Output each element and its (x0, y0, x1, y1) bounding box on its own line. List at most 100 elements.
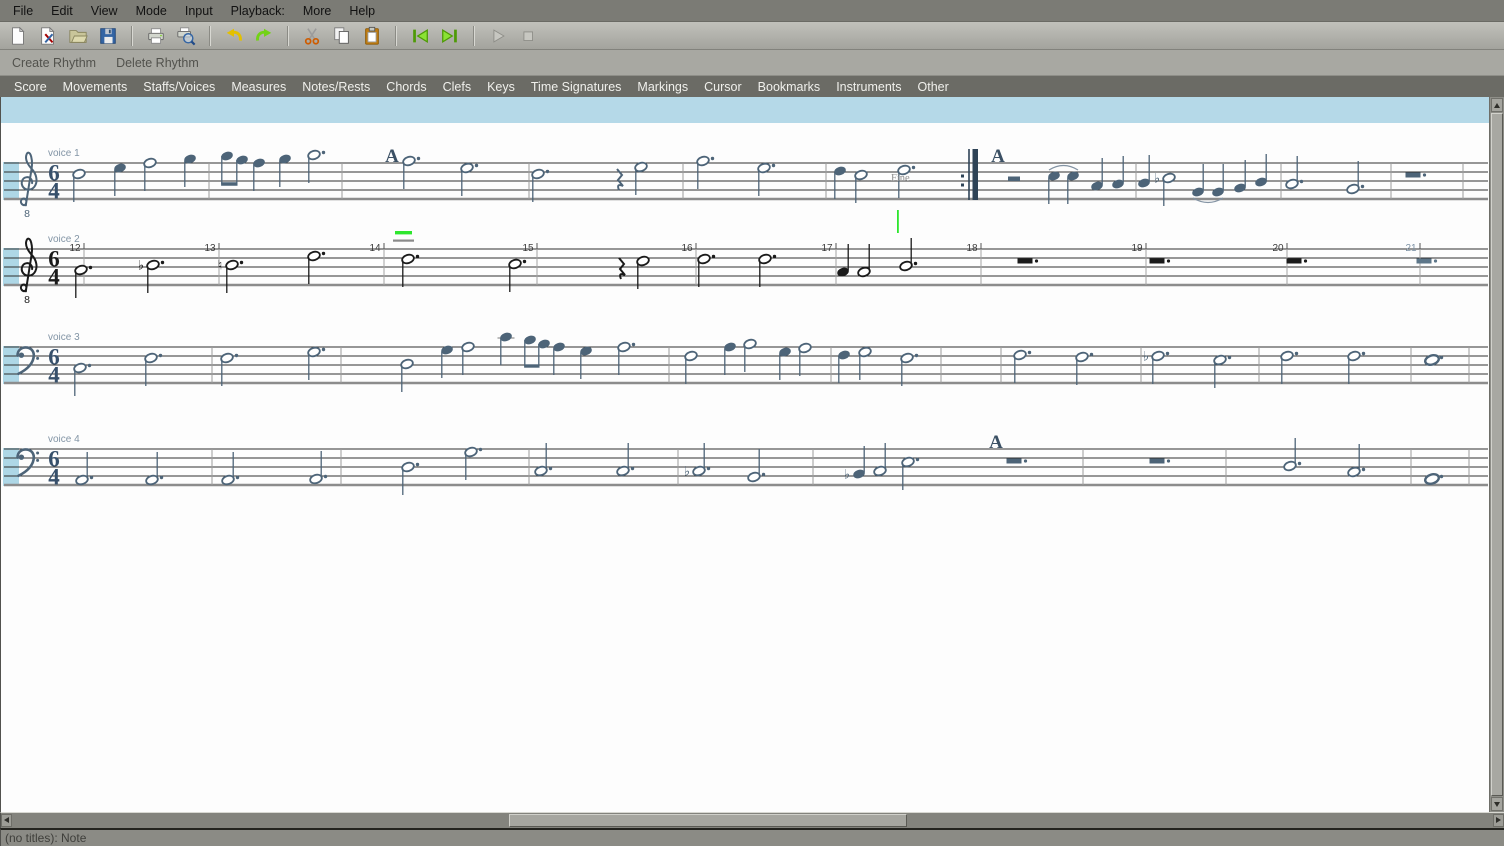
measure-rest[interactable] (1018, 259, 1039, 264)
cmdmenu-chords[interactable]: Chords (378, 79, 434, 95)
treble-clef-icon[interactable] (21, 153, 37, 206)
cmdmenu-cursor[interactable]: Cursor (696, 79, 750, 95)
note[interactable] (221, 452, 239, 486)
play-button[interactable] (485, 24, 511, 48)
cmdmenu-instruments[interactable]: Instruments (828, 79, 909, 95)
note[interactable] (220, 352, 238, 386)
cmdmenu-time-signatures[interactable]: Time Signatures (523, 79, 630, 95)
note[interactable] (461, 341, 475, 375)
cmdmenu-bookmarks[interactable]: Bookmarks (750, 79, 829, 95)
note[interactable] (534, 443, 552, 477)
bass-clef-icon[interactable] (18, 347, 40, 373)
note[interactable] (1111, 156, 1125, 190)
note[interactable] (743, 338, 757, 372)
note[interactable] (1347, 350, 1365, 384)
note[interactable] (145, 452, 163, 486)
measure-rest[interactable] (1406, 173, 1427, 178)
note[interactable] (747, 449, 765, 483)
note[interactable] (837, 349, 851, 383)
note[interactable] (798, 342, 812, 376)
note[interactable] (400, 358, 414, 392)
note[interactable] (723, 341, 737, 375)
note[interactable] (307, 149, 325, 183)
cmdmenu-notes-rests[interactable]: Notes/Rests (294, 79, 378, 95)
print-button[interactable] (143, 24, 169, 48)
scroll-down-button[interactable] (1491, 797, 1503, 811)
save-button[interactable] (95, 24, 121, 48)
note[interactable] (900, 352, 918, 386)
horizontal-scroll-thumb[interactable] (509, 814, 907, 827)
note[interactable] (552, 341, 566, 375)
undo-button[interactable] (221, 24, 247, 48)
note[interactable] (75, 452, 93, 486)
redo-button[interactable] (251, 24, 277, 48)
measure-rest[interactable] (1150, 259, 1171, 264)
open-button[interactable] (65, 24, 91, 48)
note[interactable] (278, 153, 292, 187)
note[interactable] (252, 157, 266, 191)
new-button[interactable] (5, 24, 31, 48)
note[interactable]: ♭ (1143, 350, 1169, 385)
cmdmenu-movements[interactable]: Movements (55, 79, 136, 95)
cmdmenu-staffs-voices[interactable]: Staffs/Voices (135, 79, 223, 95)
note[interactable] (873, 443, 887, 477)
note[interactable] (74, 264, 92, 298)
note[interactable] (307, 346, 325, 380)
measure-rest[interactable] (1007, 459, 1028, 464)
measure-rest[interactable] (1417, 259, 1438, 264)
cut-button[interactable] (299, 24, 325, 48)
scroll-right-button[interactable] (1493, 814, 1504, 827)
print-preview-button[interactable] (173, 24, 199, 48)
cmdmenu-keys[interactable]: Keys (479, 79, 523, 95)
note[interactable] (401, 461, 419, 495)
note[interactable] (72, 168, 86, 202)
go-to-end-button[interactable] (437, 24, 463, 48)
menu-playback[interactable]: Playback: (222, 2, 294, 20)
beamed-notes[interactable] (523, 334, 551, 366)
vertical-scroll-thumb[interactable] (1491, 113, 1503, 796)
note[interactable]: ♭ (684, 443, 710, 480)
score-canvas[interactable]: voice 1864AFineA♭voice 28641213141516171… (1, 97, 1490, 812)
stop-button[interactable] (515, 24, 541, 48)
cmdmenu-measures[interactable]: Measures (223, 79, 294, 95)
cmdmenu-clefs[interactable]: Clefs (435, 79, 479, 95)
note[interactable] (73, 362, 91, 396)
vertical-scrollbar[interactable] (1489, 97, 1504, 812)
note[interactable] (616, 443, 634, 477)
menu-mode[interactable]: Mode (127, 2, 176, 20)
note[interactable] (858, 346, 872, 380)
measure-rest[interactable] (1150, 459, 1171, 464)
note[interactable]: ♭ (1154, 172, 1176, 207)
note[interactable] (309, 451, 327, 485)
menu-edit[interactable]: Edit (42, 2, 82, 20)
note[interactable] (464, 446, 482, 480)
cmdmenu-other[interactable]: Other (910, 79, 957, 95)
menu-view[interactable]: View (82, 2, 127, 20)
note[interactable] (1285, 156, 1303, 190)
note[interactable] (1013, 349, 1031, 383)
measure-rest[interactable] (1287, 259, 1308, 264)
half-rest[interactable] (1008, 177, 1020, 182)
note[interactable] (460, 162, 478, 196)
note[interactable] (757, 162, 775, 196)
menu-help[interactable]: Help (340, 2, 384, 20)
treble-clef-icon[interactable] (21, 239, 37, 292)
note[interactable] (440, 344, 454, 378)
create-rhythm-button[interactable]: Create Rhythm (6, 53, 102, 73)
go-to-start-button[interactable] (407, 24, 433, 48)
note[interactable] (144, 352, 162, 386)
scroll-left-button[interactable] (1, 814, 12, 827)
note[interactable] (113, 162, 127, 196)
note[interactable] (183, 153, 197, 187)
bass-clef-icon[interactable] (18, 449, 40, 475)
copy-button[interactable] (329, 24, 355, 48)
note[interactable] (508, 258, 526, 292)
note[interactable] (1424, 473, 1443, 486)
horizontal-scrollbar[interactable] (0, 812, 1504, 828)
note[interactable] (617, 341, 635, 375)
new-score-wizard-button[interactable] (35, 24, 61, 48)
cmdmenu-markings[interactable]: Markings (629, 79, 696, 95)
menu-more[interactable]: More (294, 2, 340, 20)
note[interactable] (498, 331, 515, 365)
note[interactable]: ♭ (844, 446, 866, 483)
